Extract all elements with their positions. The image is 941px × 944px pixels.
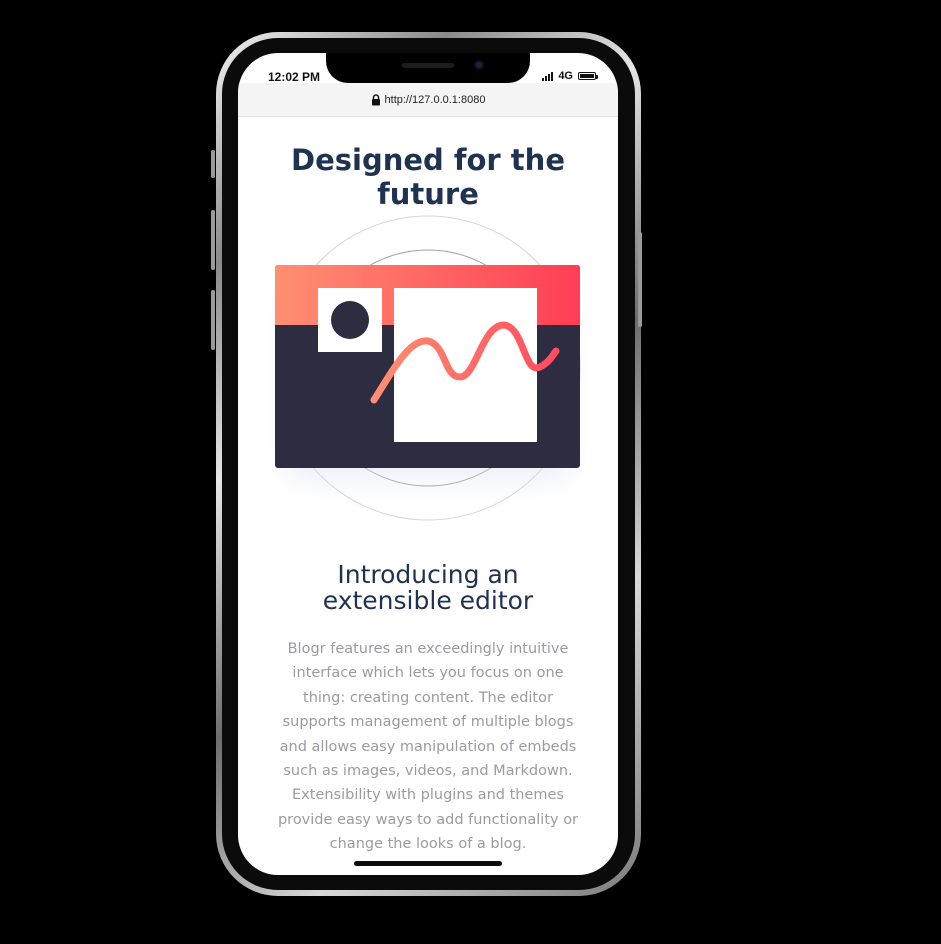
power-button: [638, 232, 642, 327]
status-time: 12:02 PM: [268, 70, 321, 84]
editor-illustration-icon: [275, 215, 581, 521]
notch: [326, 53, 530, 83]
volume-down-button: [211, 290, 215, 350]
front-camera: [474, 60, 484, 70]
phone-screen: 12:02 PM 4G http://127.0.0.1:8080 Design…: [238, 53, 618, 875]
url-text[interactable]: http://127.0.0.1:8080: [385, 94, 486, 106]
status-indicators: 4G: [542, 70, 598, 82]
page-title: Designed for the future: [291, 143, 565, 211]
section-description: Blogr features an exceedingly intuitive …: [277, 641, 579, 853]
lock-icon: [371, 93, 380, 105]
address-bar[interactable]: http://127.0.0.1:8080: [238, 83, 618, 117]
battery-icon: [578, 72, 598, 80]
silent-switch: [211, 150, 215, 178]
network-type: 4G: [558, 70, 573, 82]
home-indicator[interactable]: [354, 861, 502, 866]
section-heading: Introducing an extensible editor: [322, 560, 534, 615]
volume-up-button: [211, 210, 215, 270]
signal-icon: [542, 71, 554, 81]
speaker: [402, 63, 454, 68]
